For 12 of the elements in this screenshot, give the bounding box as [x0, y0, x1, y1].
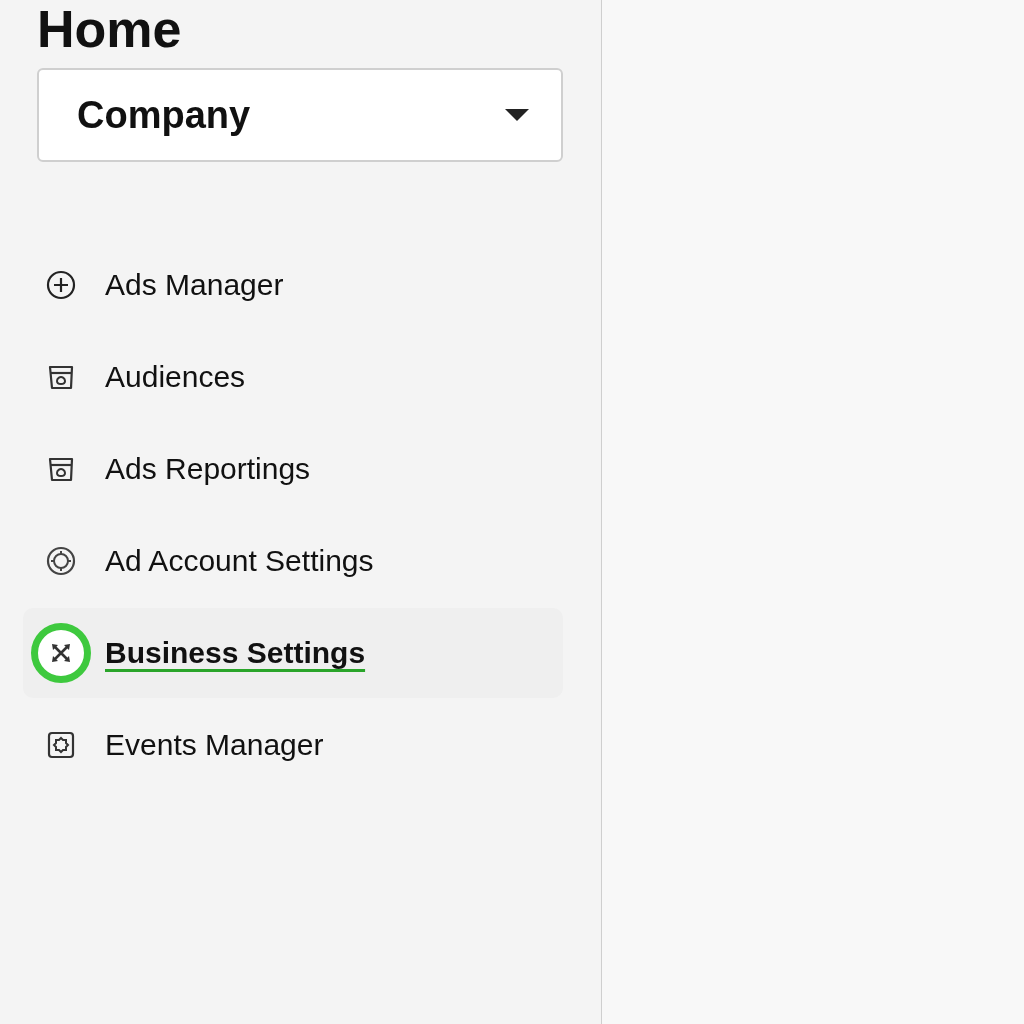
nav-item[interactable]: Ad Account Settings — [23, 516, 563, 606]
company-dropdown[interactable]: Company — [37, 68, 563, 162]
plus-circle-icon — [46, 270, 76, 300]
nav-item[interactable]: Events Manager — [23, 700, 563, 790]
caret-icon — [505, 109, 529, 121]
nav-item[interactable]: Ads Manager — [23, 240, 563, 330]
nav-item[interactable]: Audiences — [23, 332, 563, 422]
page-title: Home — [37, 0, 183, 58]
gear-icon — [46, 730, 76, 760]
crosshair-icon — [46, 546, 76, 576]
nav-item[interactable]: Ads Reportings — [23, 424, 563, 514]
nav-item[interactable]: Business Settings — [23, 608, 563, 698]
